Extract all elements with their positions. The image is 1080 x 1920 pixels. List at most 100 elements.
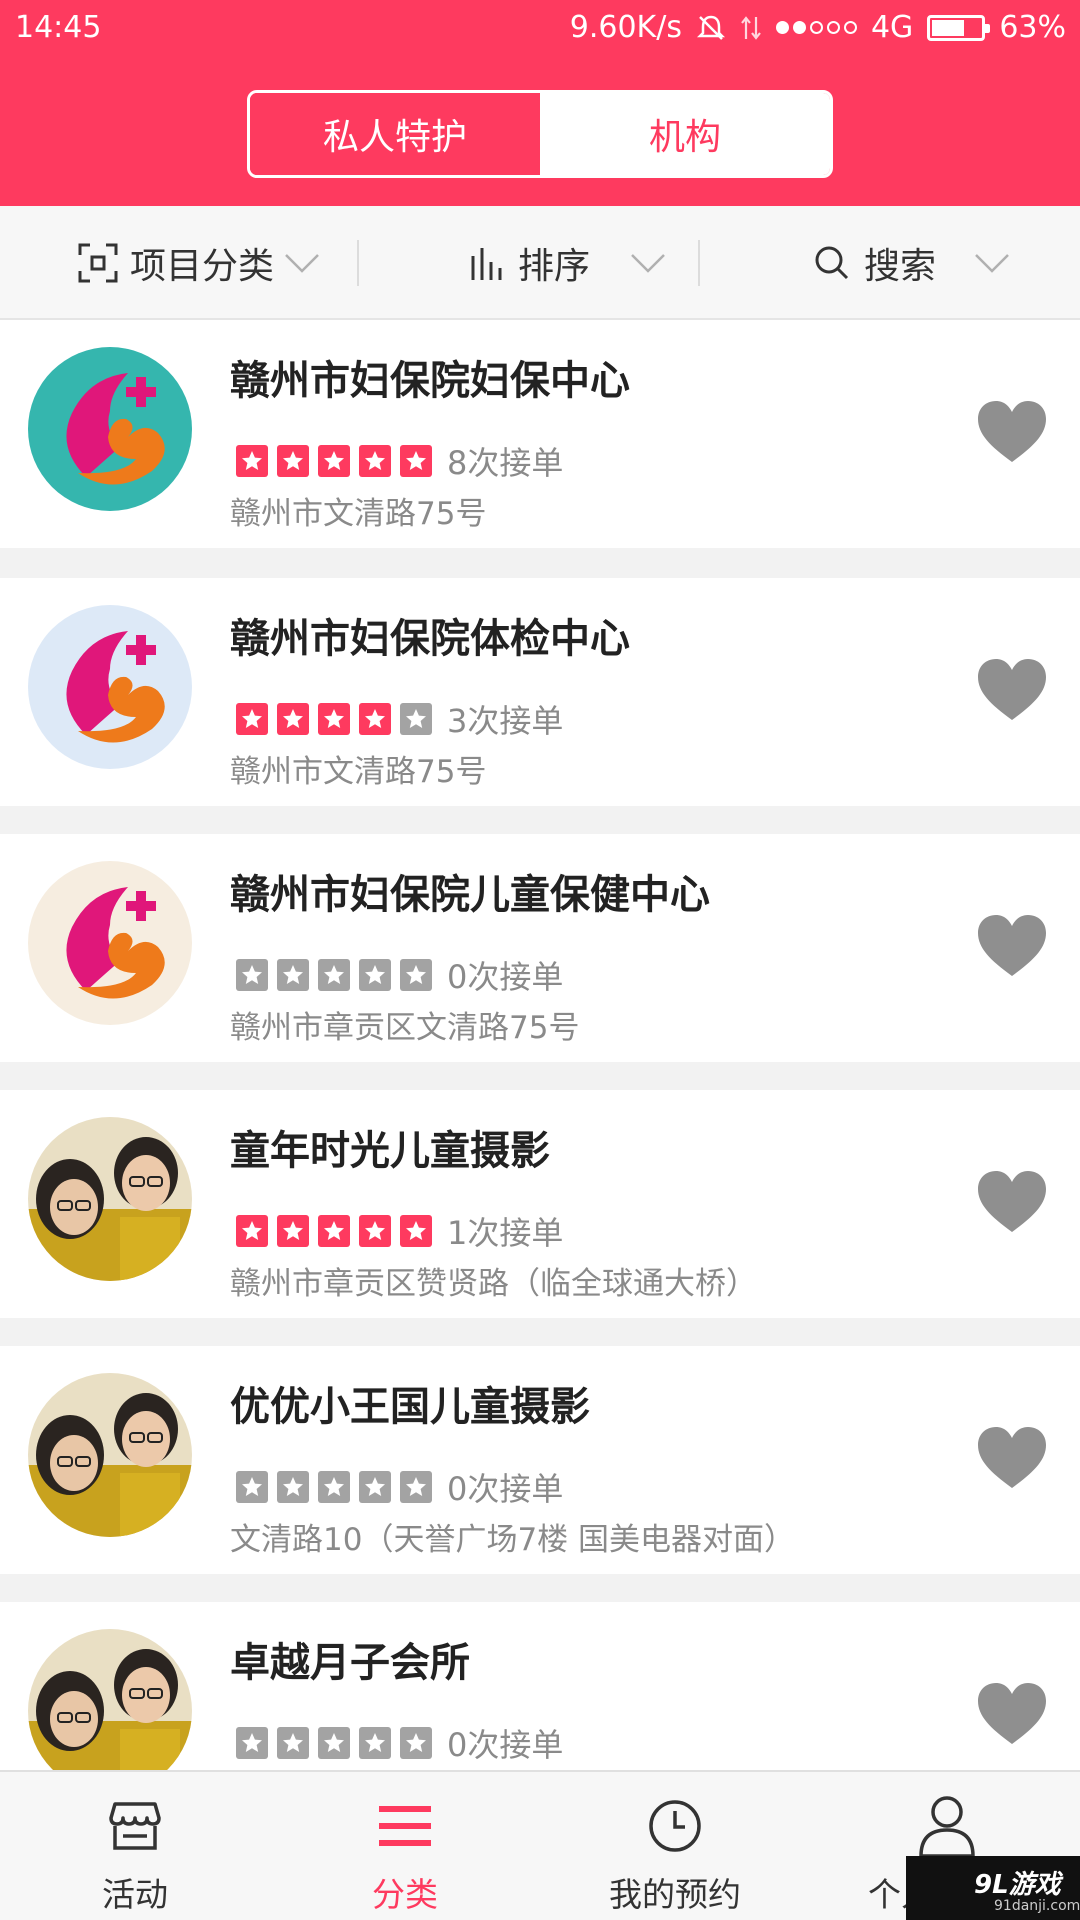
rating-star-icon [236,703,268,735]
bar-chart-icon [471,248,502,280]
institution-rating: 8次接单 [236,438,563,484]
institution-name: 童年时光儿童摄影 [230,1128,550,1174]
institution-name: 卓越月子会所 [230,1640,470,1686]
network-speed: 9.60K/s [569,10,682,45]
category-grid-icon [78,243,118,283]
rating-star-icon [318,703,350,735]
status-time: 14:45 [15,10,102,45]
category-filter-label: 项目分类 [130,246,275,287]
institution-card[interactable]: 优优小王国儿童摄影 0次接单 文清路10（天誉广场7楼 国美电器对面） [0,1346,1080,1574]
institution-rating: 0次接单 [236,1720,563,1766]
rating-star-icon [318,445,350,477]
segment-private-care[interactable]: 私人特护 [250,93,540,175]
institution-card[interactable]: 赣州市妇保院妇保中心 8次接单赣州市文清路75号 [0,320,1080,548]
institution-avatar [28,1117,192,1281]
order-count: 0次接单 [447,1726,564,1764]
favorite-heart-icon[interactable] [976,1170,1048,1234]
menu-icon [379,1806,431,1846]
rating-star-icon [236,1215,268,1247]
network-type: 4G [870,10,914,45]
rating-star-icon [318,959,350,991]
watermark-logo-text: 9L游戏 [974,1870,1061,1900]
tab-activity[interactable]: 活动 [0,1772,270,1920]
institution-card[interactable]: 赣州市妇保院体检中心 3次接单赣州市文清路75号 [0,578,1080,806]
institution-address: 赣州市文清路75号 [230,754,487,790]
rating-star-icon [277,1471,309,1503]
favorite-heart-icon[interactable] [976,400,1048,464]
favorite-heart-icon[interactable] [976,1682,1048,1746]
rating-star-icon [236,1471,268,1503]
rating-star-icon [318,1471,350,1503]
app-header: 14:45 9.60K/s 4G 63% 私人特护 机构 [0,0,1080,206]
institution-address: 文清路10（天誉广场7楼 国美电器对面） [230,1522,796,1558]
rating-star-icon [318,1727,350,1759]
signal-dots-icon [775,21,857,34]
rating-star-icon [318,1215,350,1247]
segment-institution[interactable]: 机构 [540,93,830,175]
favorite-heart-icon[interactable] [976,658,1048,722]
institution-rating: 3次接单 [236,696,563,742]
institution-avatar [28,605,192,769]
rating-star-icon [277,1727,309,1759]
sort-filter[interactable]: 排序 [470,206,666,320]
rating-star-icon [359,703,391,735]
institution-rating: 0次接单 [236,1464,563,1510]
rating-star-icon [400,959,432,991]
order-count: 8次接单 [447,444,564,482]
order-count: 0次接单 [447,1470,564,1508]
rating-star-icon [277,1215,309,1247]
rating-star-icon [400,703,432,735]
watermark-logo: 9L游戏 91danji.com [906,1856,1080,1920]
search-filter-label: 搜索 [864,246,937,287]
chevron-down-icon [631,254,665,273]
rating-star-icon [400,1215,432,1247]
rating-star-icon [277,959,309,991]
filter-divider [698,240,700,286]
mute-bell-icon [696,15,725,40]
institution-avatar [28,1373,192,1537]
data-arrows-icon [741,15,761,40]
search-filter[interactable]: 搜索 [814,206,1010,320]
rating-star-icon [400,445,432,477]
tab-category[interactable]: 分类 [270,1772,540,1920]
institution-rating: 0次接单 [236,952,563,998]
tab-category-label: 分类 [372,1875,438,1914]
favorite-heart-icon[interactable] [976,1426,1048,1490]
institution-address: 赣州市文清路75号 [230,496,487,532]
status-bar: 14:45 9.60K/s 4G 63% [0,0,1080,58]
institution-avatar [28,347,192,511]
order-count: 3次接单 [447,702,564,740]
favorite-heart-icon[interactable] [976,914,1048,978]
institution-rating: 1次接单 [236,1208,563,1254]
rating-star-icon [236,1727,268,1759]
institution-address: 赣州市章贡区赞贤路（临全球通大桥） [230,1266,757,1302]
tab-activity-label: 活动 [102,1875,168,1914]
filter-divider [357,240,359,286]
rating-star-icon [400,1471,432,1503]
rating-star-icon [277,445,309,477]
rating-star-icon [359,1215,391,1247]
institution-name: 赣州市妇保院体检中心 [230,616,630,662]
store-icon [109,1802,161,1850]
sort-filter-label: 排序 [518,246,591,287]
chevron-down-icon [975,254,1009,273]
institution-name: 赣州市妇保院妇保中心 [230,358,630,404]
institution-address: 赣州市章贡区文清路75号 [230,1010,580,1046]
rating-star-icon [236,445,268,477]
institution-avatar [28,1629,192,1793]
watermark-url: 91danji.com [994,1898,1080,1914]
segment-control: 私人特护 机构 [247,90,833,178]
filter-bar: 项目分类 排序 搜索 [0,206,1080,320]
person-icon [919,1796,975,1858]
institution-card[interactable]: 赣州市妇保院儿童保健中心 0次接单赣州市章贡区文清路75号 [0,834,1080,1062]
battery-percent: 63% [999,10,1066,45]
order-count: 1次接单 [447,1214,564,1252]
institution-avatar [28,861,192,1025]
rating-star-icon [236,959,268,991]
rating-star-icon [359,445,391,477]
institution-name: 赣州市妇保院儿童保健中心 [230,872,710,918]
battery-icon [927,14,991,41]
category-filter[interactable]: 项目分类 [78,206,320,320]
rating-star-icon [400,1727,432,1759]
institution-card[interactable]: 童年时光儿童摄影 1次接单赣州市章贡区赞贤路（临全球通大桥） [0,1090,1080,1318]
